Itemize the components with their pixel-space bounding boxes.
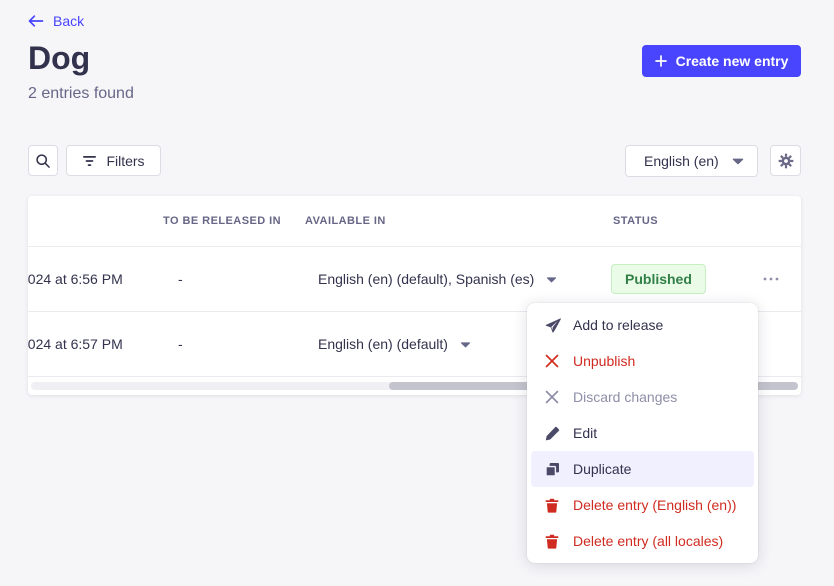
locale-select[interactable]: English (en) [625, 145, 758, 177]
menu-item-label: Delete entry (all locales) [573, 533, 723, 549]
create-button-label: Create new entry [676, 53, 789, 69]
filters-label: Filters [106, 153, 144, 169]
status-badge: Published [611, 264, 706, 294]
menu-item-discard-changes[interactable]: Discard changes [531, 379, 754, 415]
row-actions-menu: Add to release Unpublish Discard changes… [527, 303, 758, 563]
cell-to-be-released-in: - [178, 336, 183, 352]
plus-icon [655, 55, 667, 67]
content-manager-page: Back Dog 2 entries found Create new entr… [0, 0, 834, 586]
cell-updated-at: 2024 at 6:57 PM [28, 336, 123, 352]
menu-item-delete-entry-all-locales[interactable]: Delete entry (all locales) [531, 523, 754, 559]
pencil-icon [545, 426, 561, 441]
menu-item-label: Add to release [573, 317, 663, 333]
available-locales-text: English (en) (default) [318, 336, 448, 352]
cell-to-be-released-in: - [178, 271, 183, 287]
menu-item-duplicate[interactable]: Duplicate [531, 451, 754, 487]
column-header-available-in: AVAILABLE IN [305, 215, 386, 227]
settings-button[interactable] [770, 145, 801, 176]
table-header-row: TO BE RELEASED IN AVAILABLE IN STATUS [28, 196, 801, 247]
trash-icon [545, 498, 561, 513]
menu-item-label: Discard changes [573, 389, 677, 405]
column-header-to-be-released-in: TO BE RELEASED IN [163, 215, 281, 227]
page-title: Dog [28, 38, 90, 78]
chevron-down-icon [460, 341, 471, 348]
menu-item-label: Unpublish [573, 353, 635, 369]
cell-updated-at: 2024 at 6:56 PM [28, 271, 123, 287]
expand-locales-button[interactable] [458, 339, 473, 350]
menu-item-edit[interactable]: Edit [531, 415, 754, 451]
cross-icon [545, 390, 561, 404]
create-new-entry-button[interactable]: Create new entry [642, 45, 801, 77]
locale-selected-value: English (en) [644, 153, 719, 169]
entries-count: 2 entries found [28, 85, 134, 103]
cell-available-in: English (en) (default) [318, 336, 473, 352]
menu-item-label: Delete entry (English (en)) [573, 497, 736, 513]
paper-plane-icon [545, 318, 561, 333]
duplicate-icon [545, 462, 561, 477]
chevron-down-icon [546, 276, 557, 283]
filters-button[interactable]: Filters [66, 145, 161, 176]
menu-item-delete-entry-locale[interactable]: Delete entry (English (en)) [531, 487, 754, 523]
arrow-left-icon [28, 15, 44, 27]
trash-icon [545, 534, 561, 549]
row-actions-button[interactable] [756, 265, 786, 293]
chevron-down-icon [732, 157, 744, 165]
gear-icon [778, 153, 794, 169]
menu-item-label: Edit [573, 425, 597, 441]
cell-available-in: English (en) (default), Spanish (es) [318, 271, 559, 287]
back-link[interactable]: Back [28, 13, 84, 29]
menu-item-label: Duplicate [573, 461, 631, 477]
cross-icon [545, 354, 561, 368]
menu-item-unpublish[interactable]: Unpublish [531, 343, 754, 379]
search-button[interactable] [28, 145, 58, 176]
available-locales-text: English (en) (default), Spanish (es) [318, 271, 534, 287]
menu-item-add-to-release[interactable]: Add to release [531, 307, 754, 343]
search-icon [35, 153, 51, 169]
column-header-status: STATUS [613, 215, 658, 227]
expand-locales-button[interactable] [544, 274, 559, 285]
back-label: Back [53, 13, 84, 29]
more-horizontal-icon [763, 277, 779, 281]
filter-icon [82, 155, 97, 167]
